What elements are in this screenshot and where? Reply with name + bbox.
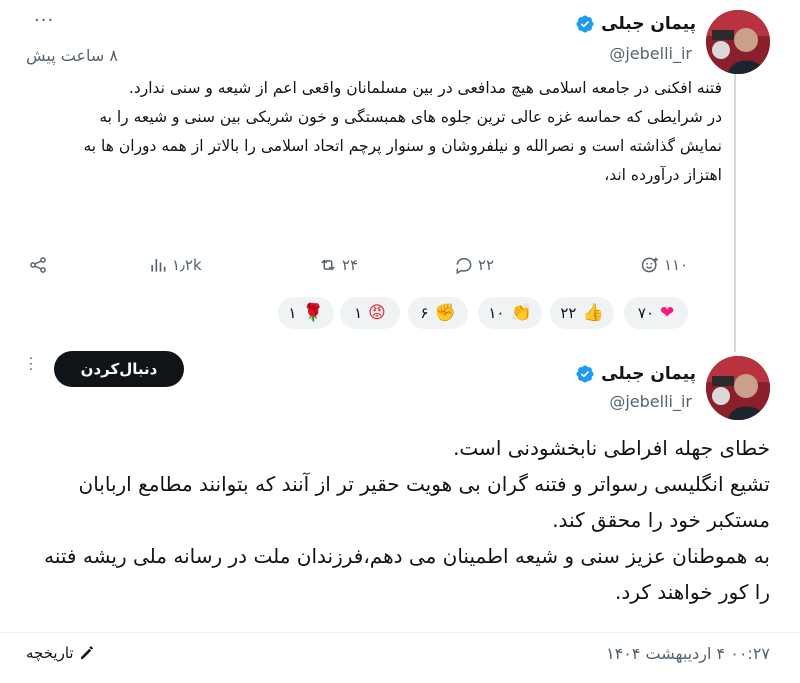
author-avatar[interactable] <box>706 10 770 74</box>
author-avatar[interactable] <box>706 356 770 420</box>
avatar-image <box>706 356 770 420</box>
reply-button[interactable]: ۲۲ <box>454 255 494 275</box>
reply-icon <box>456 258 472 275</box>
retweet-button[interactable]: ۲۴ <box>318 255 358 275</box>
share-button[interactable] <box>28 255 48 275</box>
history-label: تاریخچه <box>26 644 74 662</box>
tweet-time[interactable]: ۸ ساعت پیش <box>26 46 118 65</box>
author-name[interactable]: پیمان جبلی <box>601 14 696 34</box>
thumbs-up-icon: 👍 <box>582 302 604 323</box>
reaction-fist[interactable]: ۶ ✊ <box>408 297 468 329</box>
angry-face-icon: 😡 <box>368 302 386 323</box>
edit-history-link[interactable]: تاریخچه <box>26 644 96 662</box>
share-icon <box>30 257 46 273</box>
verified-badge-icon <box>576 365 594 383</box>
retweet-icon <box>321 259 335 271</box>
fist-icon: ✊ <box>434 302 456 323</box>
reaction-count: ۱ <box>288 304 297 322</box>
like-emoji-icon <box>641 257 658 273</box>
reaction-rose[interactable]: ۱ 🌹 <box>278 297 334 329</box>
reaction-thumbs-up[interactable]: ۲۲ 👍 <box>550 297 614 329</box>
tweet1-name-row: پیمان جبلی <box>575 14 696 34</box>
rose-icon: 🌹 <box>302 302 324 323</box>
reaction-count: ۱۰ <box>488 304 505 322</box>
like-button[interactable]: ۱۱۰ <box>640 255 688 275</box>
divider <box>0 632 800 633</box>
reaction-count: ۷۰ <box>637 304 654 322</box>
heart-icon: ❤ <box>659 302 675 323</box>
views-icon <box>151 259 166 272</box>
reaction-count: ۲۲ <box>560 304 577 322</box>
verified-badge-icon <box>576 15 594 33</box>
clap-icon: 👏 <box>510 302 532 323</box>
author-name[interactable]: پیمان جبلی <box>601 364 696 384</box>
reaction-heart[interactable]: ۷۰ ❤ <box>624 297 688 329</box>
pencil-icon <box>80 646 93 659</box>
tweet1-text: فتنه افکنی در جامعه اسلامی هیچ مدافعی در… <box>82 74 723 190</box>
thread-connector <box>734 74 736 352</box>
tweet1-paragraph: فتنه افکنی در جامعه اسلامی هیچ مدافعی در… <box>128 79 722 97</box>
retweet-count: ۲۴ <box>342 256 359 274</box>
tweet2-line: خطای جهله افراطی نابخشودنی است. <box>453 436 770 460</box>
reaction-count: ۶ <box>420 304 429 322</box>
follow-button[interactable]: دنبال‌کردن <box>54 351 184 387</box>
author-handle[interactable]: @jebelli_ir <box>609 392 692 411</box>
reply-count: ۲۲ <box>478 256 495 274</box>
tweet2-line: تشیع انگلیسی رسواتر و فتنه گران بی هویت … <box>78 472 770 532</box>
action-bar: ۲۲ ۲۴ ۱۱۰ ۱٫۲k <box>24 255 704 283</box>
tweet-timestamp[interactable]: ۰۰:۲۷ ۴ اردیبهشت ۱۴۰۴ <box>606 644 770 663</box>
more-options-icon[interactable]: ··· <box>22 356 38 372</box>
tweet1-paragraph: در شرایطی که حماسه غزه عالی ترین جلوه ها… <box>83 108 723 184</box>
tweet2-name-row: پیمان جبلی <box>575 364 696 384</box>
like-count: ۱۱۰ <box>664 256 689 274</box>
tweet2-text: خطای جهله افراطی نابخشودنی است. تشیع انگ… <box>25 430 770 610</box>
reaction-count: ۱ <box>354 304 363 322</box>
reaction-clap[interactable]: ۱۰ 👏 <box>478 297 542 329</box>
views-count: ۱٫۲k <box>172 256 202 274</box>
tweet2-line: به هموطنان عزیز سنی و شیعه اطمینان می ده… <box>44 544 770 604</box>
views-button[interactable]: ۱٫۲k <box>148 255 202 275</box>
more-options-icon[interactable]: ··· <box>34 10 54 31</box>
reaction-angry[interactable]: ۱ 😡 <box>340 297 400 329</box>
author-handle[interactable]: @jebelli_ir <box>609 44 692 63</box>
avatar-image <box>706 10 770 74</box>
